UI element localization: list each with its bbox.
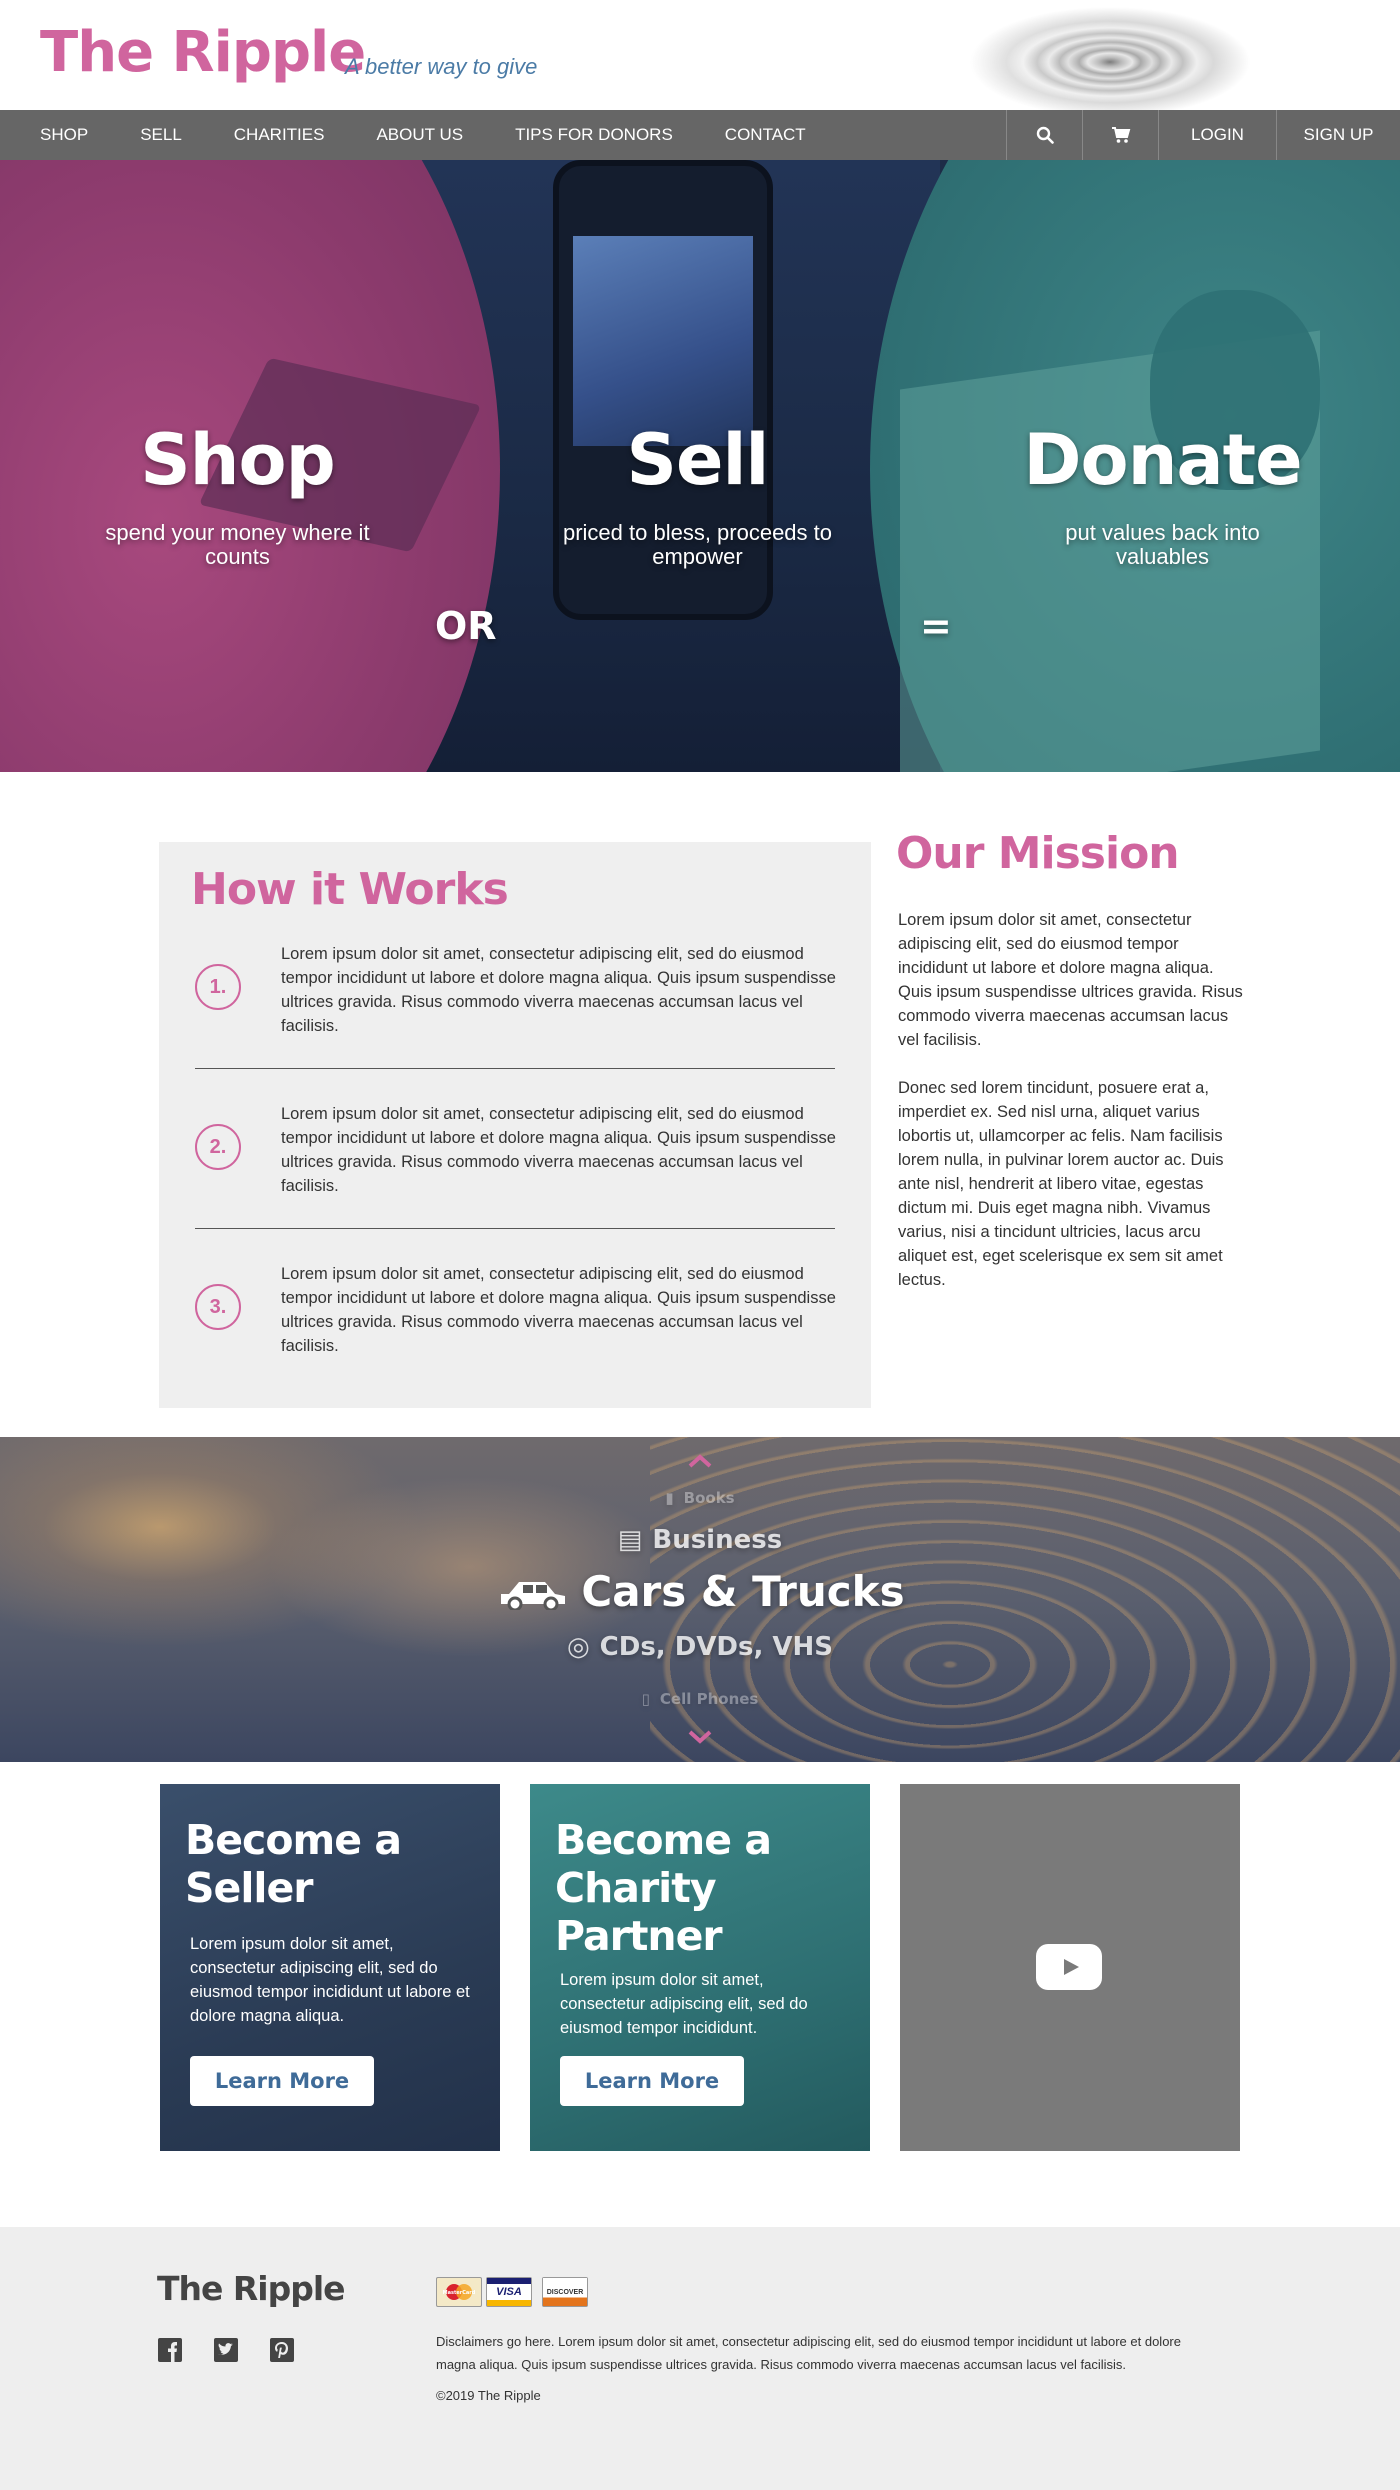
nav-shop[interactable]: SHOP [40, 110, 88, 160]
mission-title: Our Mission [896, 828, 1180, 879]
nav-contact[interactable]: CONTACT [725, 110, 806, 160]
mission-paragraph: Lorem ipsum dolor sit amet, consectetur … [898, 911, 1243, 1049]
hero-donate[interactable]: Donate put values back into valuables [1020, 425, 1305, 569]
video-player[interactable] [900, 1784, 1240, 2151]
login-button[interactable]: LOGIN [1158, 110, 1276, 160]
category-item-selected[interactable]: Cars & Trucks [0, 1567, 1400, 1616]
hero-sell-subtitle: priced to bless, proceeds to empower [562, 520, 833, 569]
hero-shop[interactable]: Shop spend your money where it counts [90, 425, 385, 569]
category-item[interactable]: ▯ Cell Phones [0, 1690, 1400, 1708]
book-icon: ▮ [665, 1489, 674, 1507]
seller-card-title: Become a Seller [185, 1816, 402, 1912]
cta-cards: Become a Seller Lorem ipsum dolor sit am… [0, 1762, 1400, 2227]
hero-shop-title: Shop [140, 419, 335, 501]
step-text: Lorem ipsum dolor sit amet, consectetur … [281, 1105, 836, 1195]
step-number: 2. [195, 1124, 241, 1170]
site-tagline: A better way to give [345, 54, 538, 79]
nav-actions: LOGIN SIGN UP [1006, 110, 1400, 160]
search-icon [1036, 126, 1054, 144]
signup-button[interactable]: SIGN UP [1276, 110, 1400, 160]
twitter-icon[interactable] [213, 2337, 239, 2363]
discover-icon: DISCOVER [542, 2277, 588, 2307]
mastercard-icon: MasterCard [436, 2277, 482, 2307]
visa-icon: VISA [486, 2277, 532, 2307]
seller-card: Become a Seller Lorem ipsum dolor sit am… [160, 1784, 500, 2151]
nav-links: SHOP SELL CHARITIES ABOUT US TIPS FOR DO… [0, 110, 858, 160]
mission-paragraph: Donec sed lorem tincidunt, posuere erat … [898, 1079, 1224, 1289]
facebook-icon[interactable] [157, 2337, 183, 2363]
step-number: 1. [195, 964, 241, 1010]
search-button[interactable] [1006, 110, 1082, 160]
nav-sell[interactable]: SELL [140, 110, 182, 160]
category-item[interactable]: ▮ Books [0, 1489, 1400, 1507]
hero-shop-subtitle: spend your money where it counts [105, 520, 370, 569]
hero-equals: = [920, 604, 952, 648]
car-icon [495, 1567, 571, 1616]
chevron-up-icon[interactable] [686, 1451, 714, 1471]
main-nav: SHOP SELL CHARITIES ABOUT US TIPS FOR DO… [0, 110, 1400, 160]
step-divider [195, 1068, 835, 1069]
hero-sell-title: Sell [626, 419, 770, 501]
category-carousel: ▮ Books ▤ Business Cars & Trucks ◎ CDs, DVD… [0, 1437, 1400, 1762]
phone-icon: ▯ [641, 1690, 650, 1708]
step-text: Lorem ipsum dolor sit amet, consectetur … [281, 945, 836, 1035]
nav-charities[interactable]: CHARITIES [234, 110, 325, 160]
site-footer: The Ripple MasterCard VISA DISCOVER Disc… [0, 2227, 1400, 2490]
hero-donate-subtitle: put values back into valuables [1065, 520, 1260, 569]
charity-partner-card: Become a Charity Partner Lorem ipsum dol… [530, 1784, 870, 2151]
how-it-works-panel: How it Works 1. Lorem ipsum dolor sit am… [159, 842, 871, 1408]
site-header: The Ripple A better way to give [0, 0, 1400, 110]
step-divider [195, 1228, 835, 1229]
seller-learn-more-button[interactable]: Learn More [190, 2056, 374, 2106]
partner-learn-more-button[interactable]: Learn More [560, 2056, 744, 2106]
hero-banner: Shop spend your money where it counts OR… [0, 160, 1400, 772]
footer-logo[interactable]: The Ripple [157, 2269, 346, 2308]
hero-donate-title: Donate [1023, 419, 1302, 501]
cart-icon [1111, 127, 1130, 143]
step-number: 3. [195, 1284, 241, 1330]
info-section: How it Works 1. Lorem ipsum dolor sit am… [0, 772, 1400, 1437]
cart-button[interactable] [1082, 110, 1158, 160]
pinterest-icon[interactable] [269, 2337, 295, 2363]
step-text: Lorem ipsum dolor sit amet, consectetur … [281, 1265, 836, 1355]
nav-tips-for-donors[interactable]: TIPS FOR DONORS [515, 110, 673, 160]
hero-or: OR [435, 604, 497, 648]
partner-card-title: Become a Charity Partner [555, 1816, 772, 1960]
nav-about-us[interactable]: ABOUT US [376, 110, 463, 160]
category-item[interactable]: ◎ CDs, DVDs, VHS [0, 1632, 1400, 1662]
footer-disclaimer: Disclaimers go here. Lorem ipsum dolor s… [436, 2334, 1181, 2372]
chevron-down-icon[interactable] [686, 1727, 714, 1747]
youtube-play-icon[interactable] [1036, 1944, 1102, 1990]
seller-card-text: Lorem ipsum dolor sit amet, consectetur … [190, 1935, 470, 2025]
site-logo[interactable]: The Ripple [40, 20, 366, 85]
how-it-works-title: How it Works [191, 864, 509, 915]
disc-icon: ◎ [566, 1632, 590, 1662]
partner-card-text: Lorem ipsum dolor sit amet, consectetur … [560, 1971, 808, 2037]
category-item[interactable]: ▤ Business [0, 1525, 1400, 1555]
hero-sell[interactable]: Sell priced to bless, proceeds to empowe… [560, 425, 835, 569]
building-icon: ▤ [617, 1525, 643, 1555]
footer-copyright: ©2019 The Ripple [436, 2388, 541, 2403]
svg-text:MasterCard: MasterCard [443, 2290, 476, 2296]
